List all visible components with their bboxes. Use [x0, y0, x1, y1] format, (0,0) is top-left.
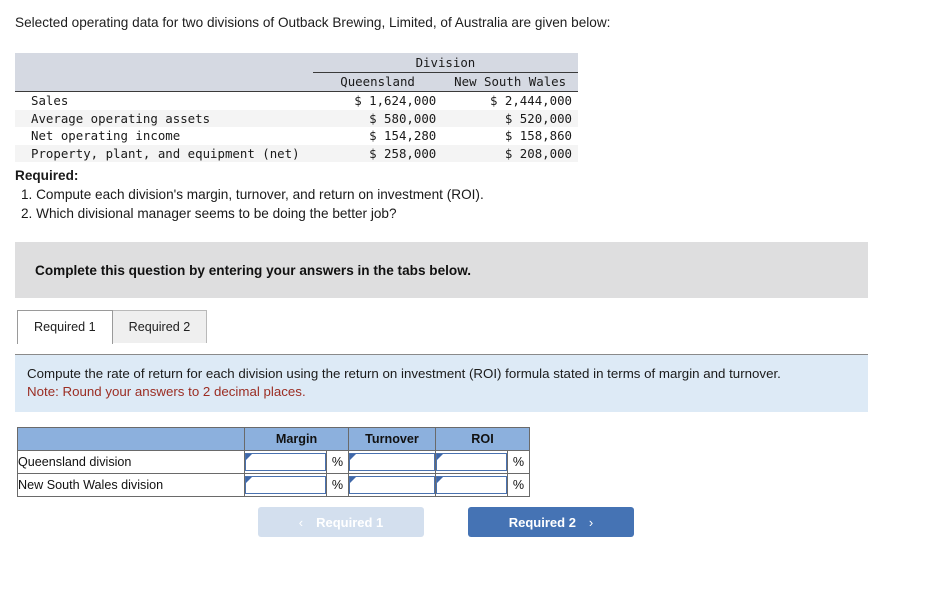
instruction-text: Compute the rate of return for each divi… — [27, 366, 781, 381]
row-value-queensland: $ 1,624,000 — [312, 91, 443, 110]
roi-input-queensland[interactable] — [436, 453, 507, 471]
answer-table-header-row: Margin Turnover ROI — [17, 427, 530, 451]
row-value-queensland: $ 154,280 — [312, 127, 443, 145]
margin-input-new-south-wales[interactable] — [245, 476, 326, 494]
row-label: Net operating income — [15, 127, 313, 145]
next-required-2-label: Required 2 — [508, 514, 576, 530]
margin-percent-label-queensland: % — [326, 450, 349, 474]
next-required-2-button[interactable]: Required 2 › — [468, 507, 634, 537]
tab-required-2-label: Required 2 — [128, 320, 191, 334]
prev-required-1-label: Required 1 — [316, 514, 384, 530]
table-row: Queensland division % % — [17, 450, 530, 474]
chevron-left-icon: ‹ — [298, 514, 304, 530]
row-value-queensland: $ 580,000 — [312, 109, 443, 127]
turnover-input-new-south-wales[interactable] — [349, 476, 435, 494]
table-row: New South Wales division % % — [17, 473, 530, 497]
cell-flag-icon — [437, 454, 443, 460]
required-heading: Required: — [15, 168, 79, 183]
complete-question-banner: Complete this question by entering your … — [15, 242, 868, 298]
column-header-queensland: Queensland — [312, 72, 443, 92]
cell-flag-icon — [246, 477, 252, 483]
required-item-1: 1. Compute each division's margin, turno… — [21, 187, 484, 202]
tab-required-1-label: Required 1 — [34, 320, 96, 334]
column-header-new-south-wales: New South Wales — [442, 72, 578, 92]
cell-flag-icon — [437, 477, 443, 483]
required-section: Required: 1. Compute each division's mar… — [15, 166, 484, 223]
margin-input-cell-queensland[interactable] — [244, 450, 327, 474]
complete-question-banner-text: Complete this question by entering your … — [35, 262, 472, 278]
row-value-new-south-wales: $ 158,860 — [442, 127, 578, 145]
answer-header-margin: Margin — [244, 427, 349, 451]
cell-flag-icon — [350, 477, 356, 483]
cell-flag-icon — [350, 454, 356, 460]
row-value-queensland: $ 258,000 — [312, 144, 443, 162]
table-row: Net operating income $ 154,280 $ 158,860 — [15, 127, 578, 145]
row-value-new-south-wales: $ 208,000 — [442, 144, 578, 162]
roi-percent-label-new-south-wales: % — [507, 473, 530, 497]
prev-required-1-button[interactable]: ‹ Required 1 — [258, 507, 424, 537]
chevron-right-icon: › — [588, 514, 594, 530]
row-label: Average operating assets — [15, 109, 313, 127]
roi-input-cell-queensland[interactable] — [435, 450, 508, 474]
margin-input-queensland[interactable] — [245, 453, 326, 471]
table-row: Sales $ 1,624,000 $ 2,444,000 — [15, 91, 578, 110]
margin-input-cell-new-south-wales[interactable] — [244, 473, 327, 497]
table-row: Property, plant, and equipment (net) $ 2… — [15, 144, 578, 162]
row-label: Sales — [15, 91, 313, 110]
answer-row-label-queensland: Queensland division — [17, 450, 245, 474]
answer-header-roi: ROI — [435, 427, 530, 451]
answer-table: Margin Turnover ROI Queensland division … — [17, 427, 530, 497]
answer-header-blank — [17, 427, 245, 451]
data-table-group-header-row: Division — [15, 53, 578, 73]
tab-required-2[interactable]: Required 2 — [112, 310, 208, 343]
instruction-panel: Compute the rate of return for each divi… — [15, 354, 868, 412]
turnover-input-cell-queensland[interactable] — [348, 450, 436, 474]
row-value-new-south-wales: $ 2,444,000 — [442, 91, 578, 110]
answer-row-label-new-south-wales: New South Wales division — [17, 473, 245, 497]
instruction-note: Note: Round your answers to 2 decimal pl… — [27, 384, 306, 399]
roi-percent-label-queensland: % — [507, 450, 530, 474]
cell-flag-icon — [246, 454, 252, 460]
roi-input-cell-new-south-wales[interactable] — [435, 473, 508, 497]
data-table-column-header-row: Queensland New South Wales — [15, 72, 578, 92]
navigation-buttons: ‹ Required 1 Required 2 › — [258, 507, 634, 537]
intro-text: Selected operating data for two division… — [15, 15, 611, 30]
answer-header-turnover: Turnover — [348, 427, 436, 451]
group-header-blank — [15, 53, 313, 73]
margin-percent-label-new-south-wales: % — [326, 473, 349, 497]
group-header-division: Division — [312, 53, 578, 73]
column-header-blank — [15, 72, 313, 92]
table-row: Average operating assets $ 580,000 $ 520… — [15, 109, 578, 127]
tab-bar: Required 1 Required 2 — [17, 310, 208, 344]
row-value-new-south-wales: $ 520,000 — [442, 109, 578, 127]
roi-input-new-south-wales[interactable] — [436, 476, 507, 494]
operating-data-table: Division Queensland New South Wales Sale… — [15, 53, 578, 162]
tab-required-1[interactable]: Required 1 — [17, 310, 113, 344]
turnover-input-cell-new-south-wales[interactable] — [348, 473, 436, 497]
turnover-input-queensland[interactable] — [349, 453, 435, 471]
row-label: Property, plant, and equipment (net) — [15, 144, 313, 162]
required-item-2: 2. Which divisional manager seems to be … — [21, 206, 397, 221]
